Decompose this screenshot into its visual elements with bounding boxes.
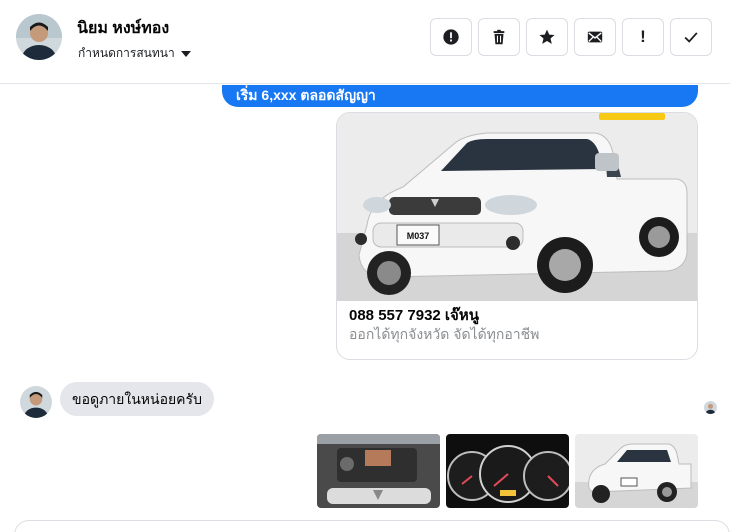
message-thread[interactable]: เริ่ม 6,xxx ตลอดสัญญา M037 088 557 7932 … <box>0 85 730 532</box>
sender-avatar[interactable] <box>20 386 52 418</box>
chevron-down-icon <box>180 51 191 57</box>
check-icon <box>684 32 698 43</box>
mark-important-icon: ! <box>640 27 646 46</box>
conversation-settings-label: กำหนดการสนทนา <box>78 46 175 60</box>
incoming-message-bubble[interactable]: ขอดูภายในหน่อยครับ <box>60 382 214 416</box>
mark-done-button[interactable] <box>670 18 712 56</box>
photo-attachments <box>317 434 698 508</box>
delete-icon <box>493 29 505 45</box>
mail-icon <box>587 31 603 43</box>
star-button[interactable] <box>526 18 568 56</box>
photo-thumbnail-truck-exterior[interactable] <box>575 434 698 508</box>
mark-important-button[interactable]: ! <box>622 18 664 56</box>
message-composer[interactable] <box>14 520 730 532</box>
report-icon <box>443 29 459 45</box>
report-button[interactable] <box>430 18 472 56</box>
incoming-message-text: ขอดูภายในหน่อยครับ <box>72 391 202 407</box>
contact-name[interactable]: นิยม หงษ์ทอง <box>77 16 169 41</box>
contact-avatar[interactable] <box>16 14 62 60</box>
license-plate-text: M037 <box>407 231 430 241</box>
truck-photo: M037 <box>337 113 697 301</box>
star-icon <box>539 29 555 44</box>
seen-indicator-avatar <box>704 401 717 414</box>
photo-thumbnail-dashboard[interactable] <box>446 434 569 508</box>
outgoing-message-bubble[interactable]: เริ่ม 6,xxx ตลอดสัญญา <box>222 85 698 107</box>
conversation-header: นิยม หงษ์ทอง กำหนดการสนทนา ! <box>0 0 730 84</box>
link-preview-card[interactable]: M037 088 557 7932 เจ๊หนู ออกได้ทุกจังหวั… <box>336 112 698 360</box>
outgoing-message-text: เริ่ม 6,xxx ตลอดสัญญา <box>236 87 376 103</box>
photo-thumbnail-engine[interactable] <box>317 434 440 508</box>
mail-button[interactable] <box>574 18 616 56</box>
card-subtitle: ออกได้ทุกจังหวัด จัดได้ทุกอาชีพ <box>349 326 540 342</box>
conversation-settings-dropdown[interactable]: กำหนดการสนทนา <box>78 44 191 63</box>
action-toolbar: ! <box>430 18 712 56</box>
delete-button[interactable] <box>478 18 520 56</box>
